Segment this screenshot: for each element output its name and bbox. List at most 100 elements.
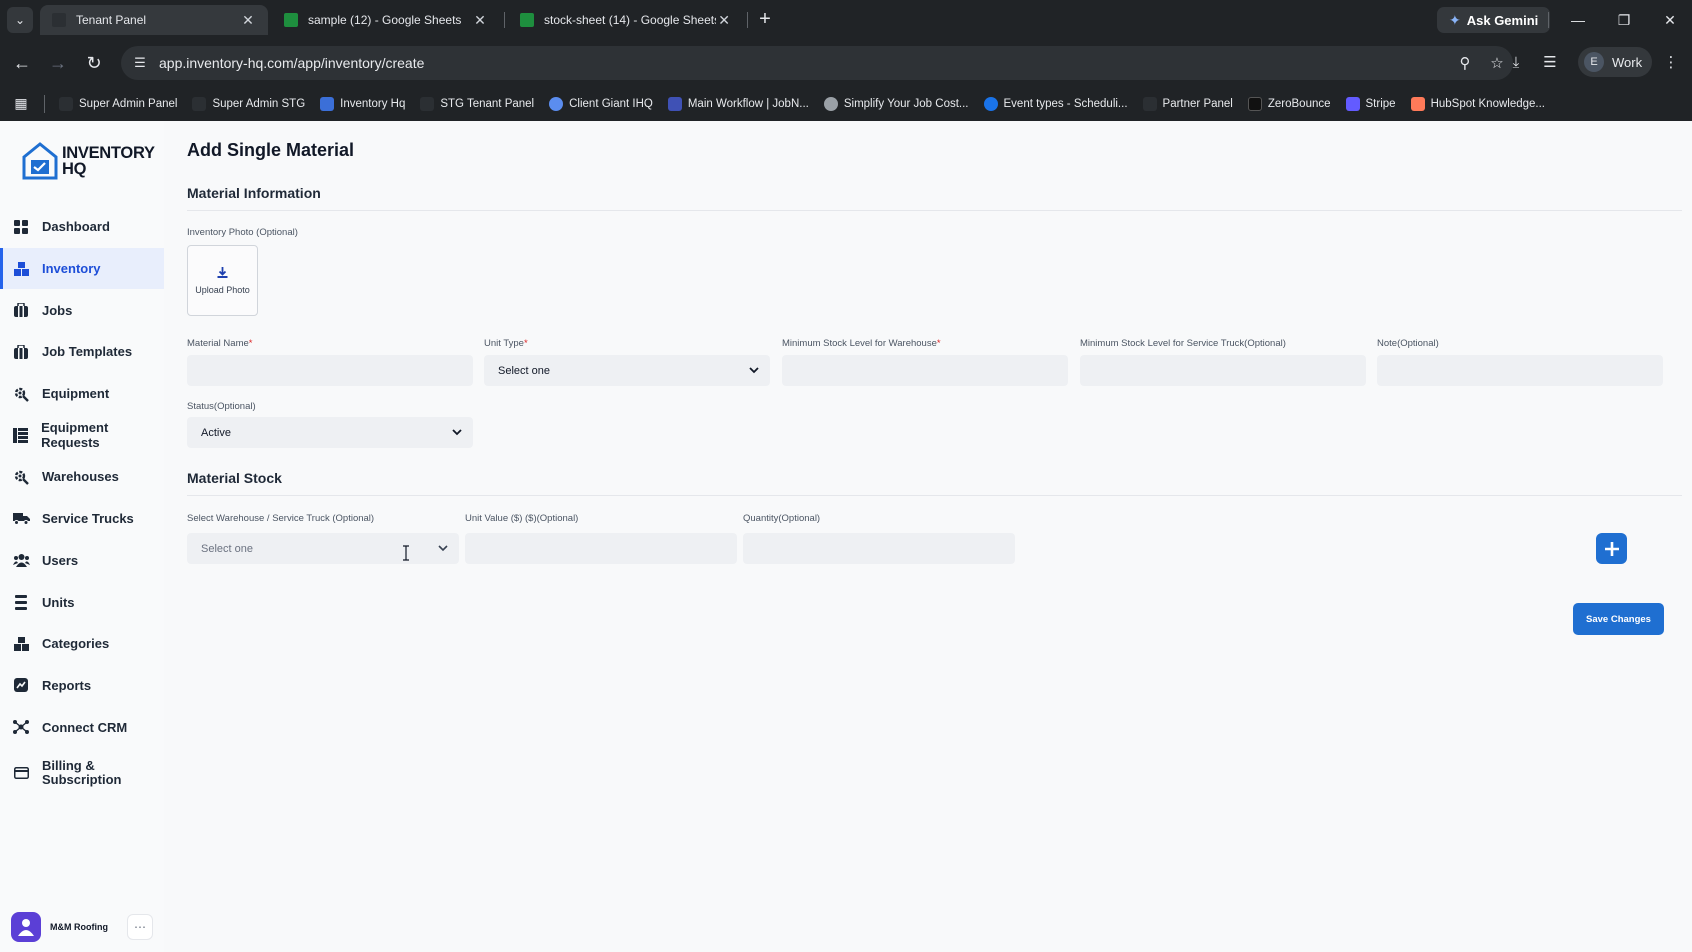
- bookmark-item[interactable]: Stripe: [1345, 96, 1396, 111]
- sidebar-item-label: Inventory: [42, 261, 101, 277]
- material-name-label: Material Name*: [187, 338, 252, 349]
- sidebar-item-billing[interactable]: Billing & Subscription: [0, 748, 164, 798]
- close-icon[interactable]: ✕: [240, 12, 256, 29]
- min-stock-truck-input[interactable]: [1080, 355, 1366, 386]
- sidebar-item-dashboard[interactable]: Dashboard: [0, 206, 164, 248]
- new-tab-button[interactable]: +: [753, 8, 777, 32]
- bookmark-item[interactable]: Client Giant IHQ: [549, 96, 653, 111]
- bookmark-label: Partner Panel: [1162, 97, 1233, 110]
- bookmark-item[interactable]: Inventory Hq: [320, 96, 405, 111]
- unit-type-select[interactable]: Select one: [484, 355, 770, 386]
- brand-logo[interactable]: INVENTORY HQ: [22, 141, 155, 181]
- bookmark-item[interactable]: Event types - Scheduli...: [983, 96, 1128, 111]
- tab-stock-sheet[interactable]: stock-sheet (14) - Google Sheets ✕: [508, 5, 744, 35]
- tab-title: Tenant Panel: [76, 13, 147, 27]
- tab-sample-sheet[interactable]: sample (12) - Google Sheets ✕: [272, 5, 500, 35]
- sidebar-item-service-trucks[interactable]: Service Trucks: [0, 498, 164, 540]
- sidebar-item-equipment[interactable]: Equipment: [0, 373, 164, 415]
- sidebar-item-inventory[interactable]: Inventory: [0, 247, 164, 290]
- tab-title: stock-sheet (14) - Google Sheets: [544, 13, 717, 27]
- text-cursor-icon: [403, 545, 409, 561]
- unit-value-input[interactable]: [465, 533, 737, 564]
- unit-type-label: Unit Type*: [484, 338, 528, 349]
- site-settings-icon[interactable]: ☰: [125, 55, 155, 71]
- sidebar-item-reports[interactable]: Reports: [0, 665, 164, 707]
- close-window-button[interactable]: ✕: [1657, 8, 1683, 32]
- section-title-material-information: Material Information: [187, 185, 321, 201]
- bookmark-label: Main Workflow | JobN...: [687, 97, 809, 110]
- sidebar-item-label: Equipment Requests: [41, 420, 109, 451]
- card-icon: [12, 765, 30, 781]
- sidebar-item-job-templates[interactable]: Job Templates: [0, 331, 164, 373]
- bookmark-label: Super Admin Panel: [79, 97, 178, 110]
- bookmark-label: Super Admin STG: [212, 97, 306, 110]
- kebab-menu-icon[interactable]: ⋮: [1658, 51, 1684, 75]
- apps-grid-icon[interactable]: ▦: [12, 95, 30, 113]
- url-text[interactable]: app.inventory-hq.com/app/inventory/creat…: [159, 55, 1449, 71]
- chevron-down-icon: ⌄: [14, 13, 26, 27]
- warehouse-logo-icon: [22, 142, 58, 180]
- bookmark-item[interactable]: Partner Panel: [1142, 96, 1233, 111]
- note-label: Note(Optional): [1377, 338, 1439, 349]
- media-controls-icon[interactable]: ☰: [1537, 51, 1563, 75]
- tab-search-button[interactable]: ⌄: [7, 7, 33, 33]
- truck-icon: [12, 511, 30, 527]
- gear-wrench-icon: [12, 469, 30, 485]
- sidebar-item-jobs[interactable]: Jobs: [0, 289, 164, 331]
- download-icon[interactable]: ⤓: [1503, 51, 1529, 75]
- bookmark-favicon-icon: [1142, 96, 1157, 111]
- minimize-button[interactable]: —: [1565, 8, 1591, 32]
- bookmark-item[interactable]: Main Workflow | JobN...: [667, 96, 809, 111]
- sidebar-item-label: Reports: [42, 677, 92, 693]
- section-divider: [187, 495, 1682, 496]
- reload-button[interactable]: ↻: [82, 51, 106, 75]
- warehouse-truck-select[interactable]: Select one: [187, 533, 459, 564]
- bookmark-item[interactable]: STG Tenant Panel: [420, 96, 535, 111]
- ask-gemini-button[interactable]: ✦ Ask Gemini: [1437, 7, 1551, 33]
- bookmark-favicon-icon: [1247, 96, 1262, 111]
- account-switcher[interactable]: M&M Roofing ⋯: [11, 912, 153, 942]
- unit-type-value: Select one: [498, 364, 550, 377]
- note-input[interactable]: [1377, 355, 1663, 386]
- restore-button[interactable]: ❐: [1611, 8, 1637, 32]
- bookmark-item[interactable]: HubSpot Knowledge...: [1410, 96, 1545, 111]
- bookmark-item[interactable]: Super Admin STG: [192, 96, 306, 111]
- sidebar-item-label: Jobs: [42, 302, 73, 318]
- sidebar-item-units[interactable]: Units: [0, 581, 164, 623]
- sidebar-item-users[interactable]: Users: [0, 540, 164, 582]
- plus-icon: +: [759, 8, 771, 30]
- profile-button[interactable]: E Work: [1578, 47, 1653, 77]
- sidebar-item-connect-crm[interactable]: Connect CRM: [0, 706, 164, 748]
- upload-photo-button[interactable]: Upload Photo: [187, 245, 258, 316]
- min-stock-warehouse-input[interactable]: [782, 355, 1068, 386]
- label-text: Minimum Stock Level for Warehouse: [782, 338, 937, 349]
- zoom-icon[interactable]: ⚲: [1449, 54, 1481, 72]
- tab-tenant-panel[interactable]: Tenant Panel ✕: [40, 5, 268, 35]
- bookmark-item[interactable]: Super Admin Panel: [59, 96, 178, 111]
- address-bar[interactable]: ☰ app.inventory-hq.com/app/inventory/cre…: [121, 46, 1513, 80]
- close-icon[interactable]: ✕: [716, 12, 732, 29]
- add-stock-row-button[interactable]: [1596, 533, 1627, 564]
- bookmark-item[interactable]: Simplify Your Job Cost...: [823, 96, 969, 111]
- status-label: Status(Optional): [187, 401, 256, 412]
- more-options-button[interactable]: ⋯: [127, 914, 153, 940]
- quantity-input[interactable]: [743, 533, 1015, 564]
- status-select[interactable]: Active: [187, 417, 473, 448]
- sidebar-item-label: Job Templates: [42, 344, 133, 360]
- sidebar-item-warehouses[interactable]: Warehouses: [0, 456, 164, 498]
- restore-icon: ❐: [1617, 12, 1631, 28]
- boxes-icon: [12, 261, 30, 277]
- bookmark-item[interactable]: ZeroBounce: [1247, 96, 1331, 111]
- material-name-input[interactable]: [187, 355, 473, 386]
- bookmark-label: STG Tenant Panel: [440, 97, 535, 110]
- forward-button[interactable]: →: [46, 51, 70, 75]
- save-changes-button[interactable]: Save Changes: [1573, 603, 1664, 635]
- close-icon[interactable]: ✕: [472, 12, 488, 29]
- required-mark: *: [248, 338, 253, 349]
- main-content: Add Single Material Material Information…: [164, 121, 1692, 952]
- tab-title: sample (12) - Google Sheets: [308, 13, 462, 27]
- back-button[interactable]: ←: [10, 51, 34, 75]
- sidebar-item-categories[interactable]: Categories: [0, 623, 164, 665]
- browser-toolbar: ← → ↻ ☰ app.inventory-hq.com/app/invento…: [0, 40, 1692, 86]
- sidebar-item-equipment-requests[interactable]: Equipment Requests: [0, 414, 164, 456]
